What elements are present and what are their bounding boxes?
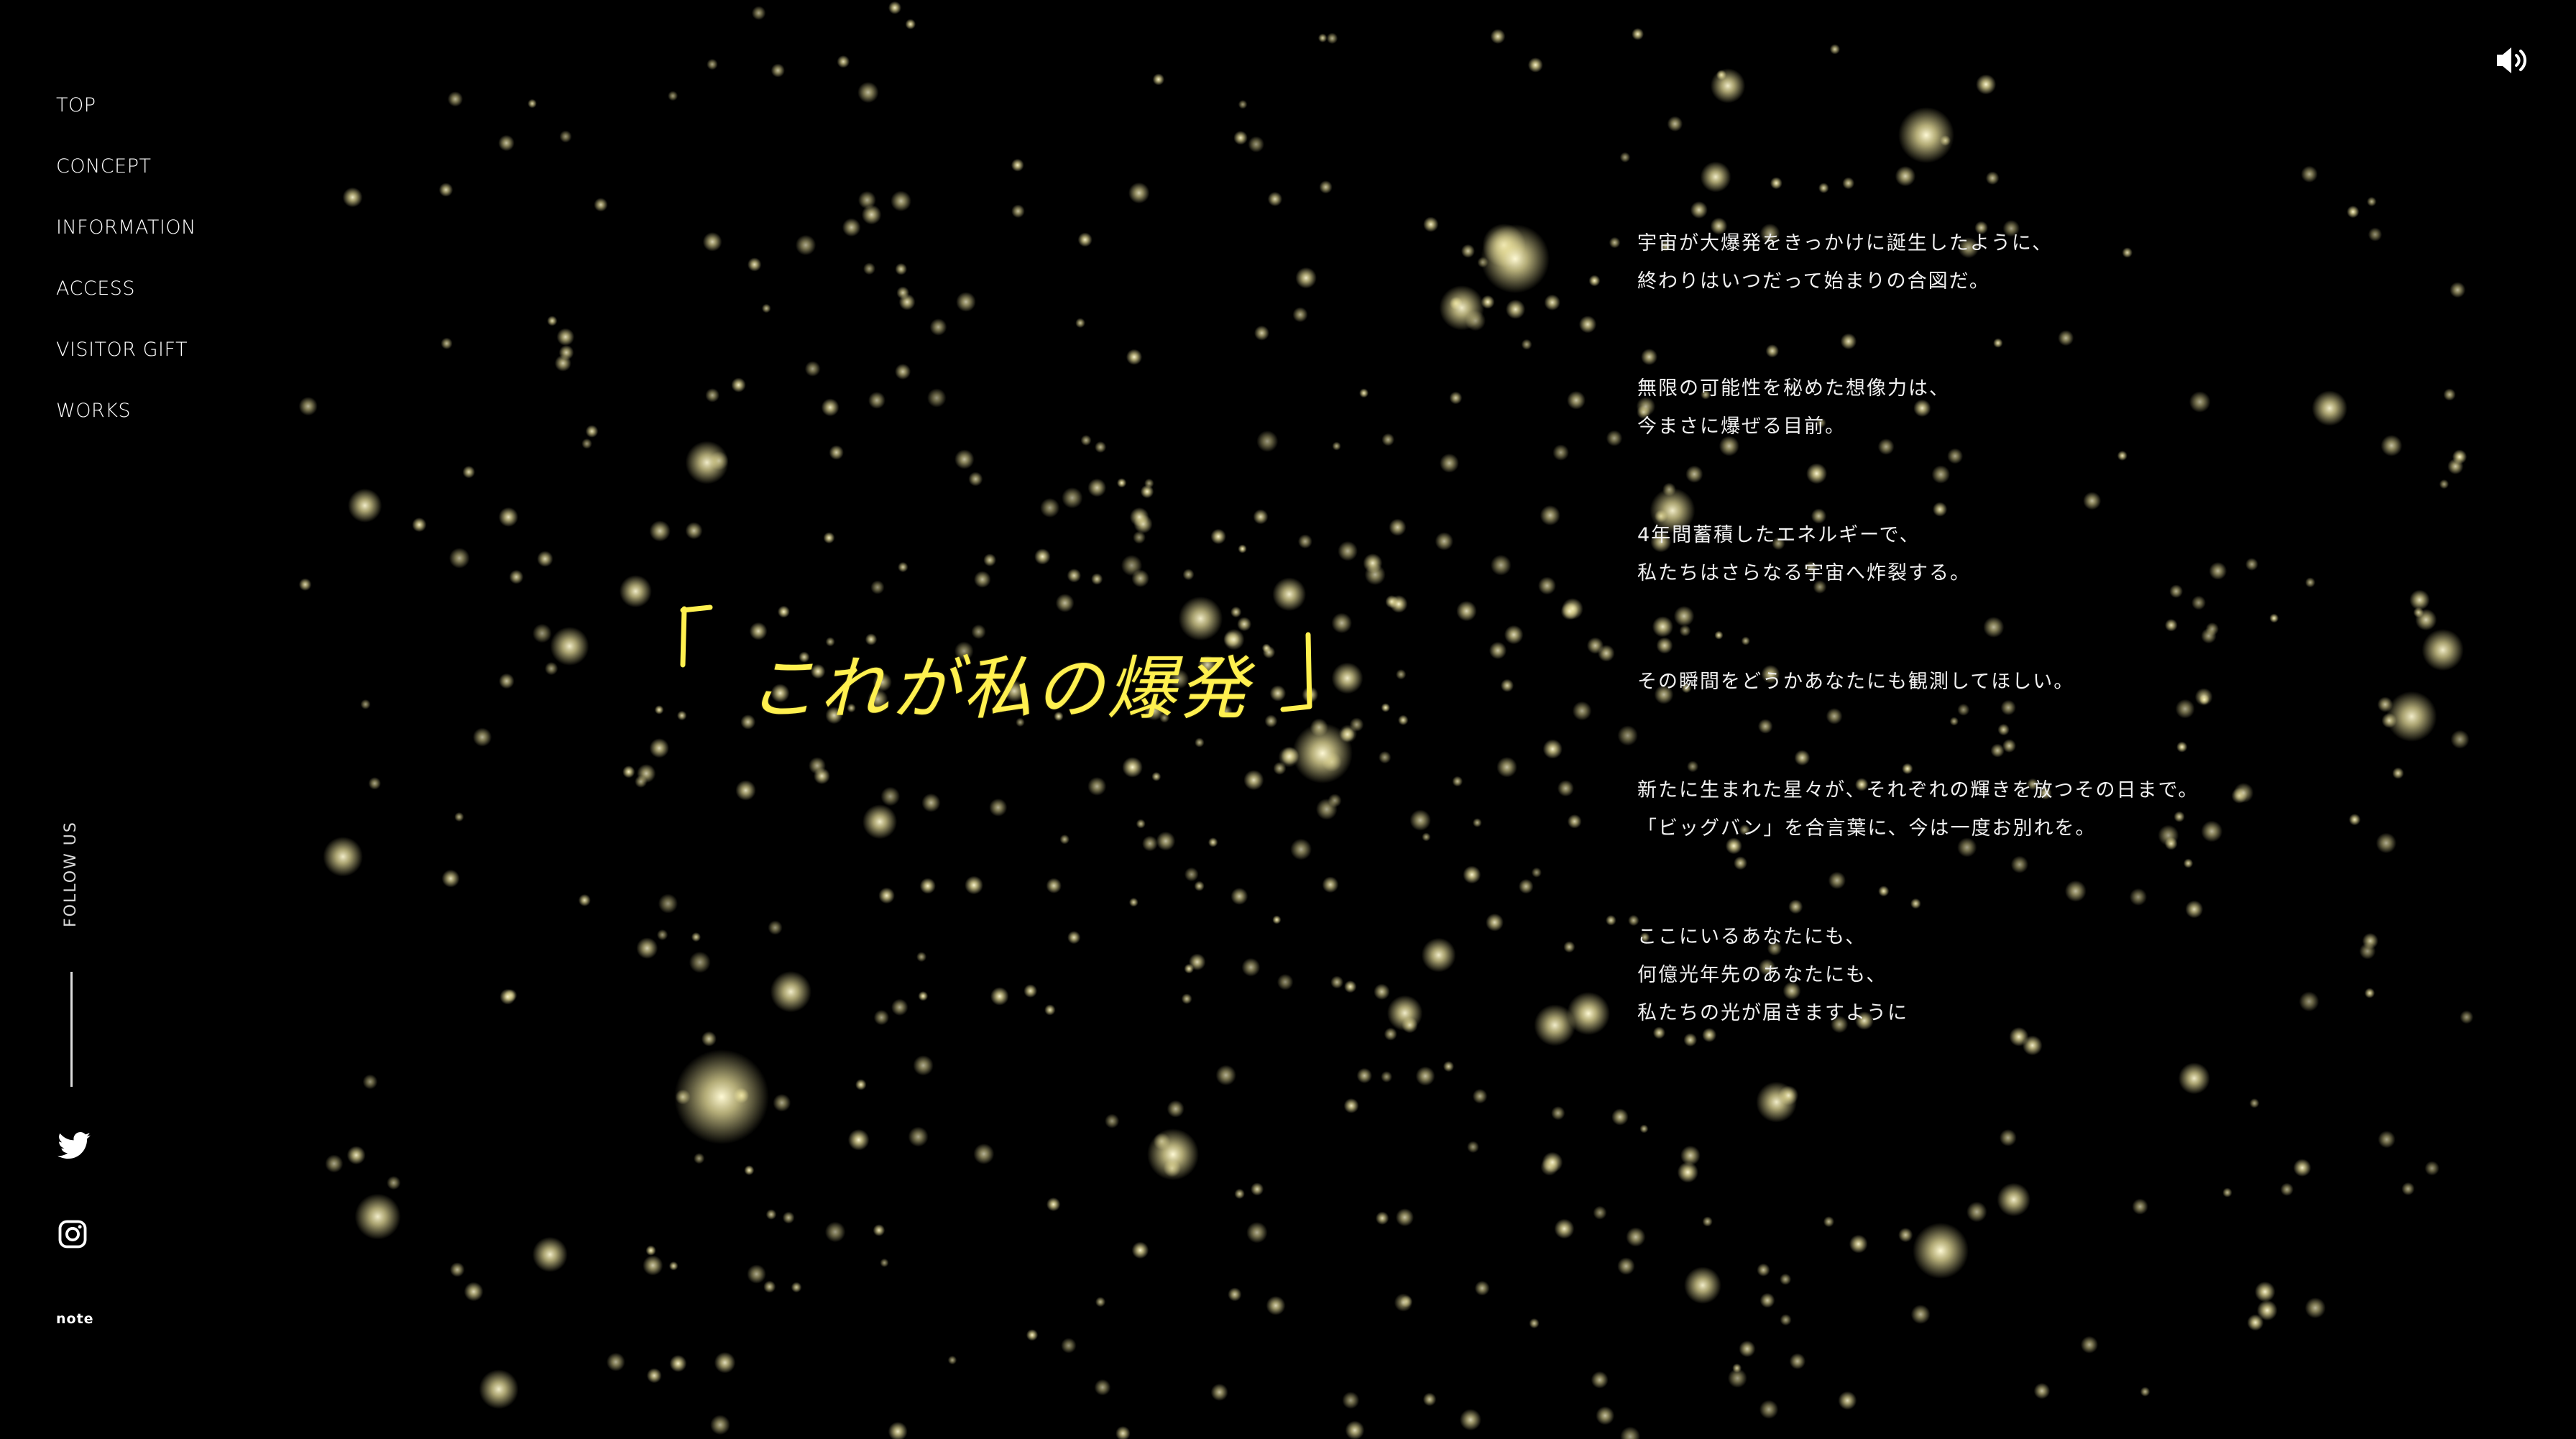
nav-item-information[interactable]: INFORMATION (56, 210, 196, 271)
poem-line: 無限の可能性を秘めた想像力は、 (1637, 377, 1950, 400)
poem-line: 4年間蓄積したエネルギーで、 (1637, 524, 1920, 546)
poem-stanza: ここにいるあなたにも、 何億光年先のあなたにも、 私たちの光が届きますように (1637, 918, 2284, 1032)
poem-line: 今まさに爆ぜる目前。 (1637, 415, 1846, 438)
follow-divider-line (70, 972, 73, 1087)
poem-line: その瞬間をどうかあなたにも観測してほしい。 (1637, 671, 2075, 693)
follow-us-label: FOLLOW US (62, 821, 80, 927)
poem-stanza: 宇宙が大爆発をきっかけに誕生したように、 終わりはいつだって始まりの合図だ。 (1637, 224, 2284, 300)
poem-stanza: その瞬間をどうかあなたにも観測してほしい。 (1637, 663, 2284, 701)
speaker-icon (2497, 47, 2527, 73)
poem-line: 「ビッグバン」を合言葉に、今は一度お別れを。 (1637, 817, 2097, 840)
nav-item-concept[interactable]: CONCEPT (56, 149, 196, 210)
nav-item-access[interactable]: ACCESS (56, 271, 196, 332)
poem-stanza: 4年間蓄積したエネルギーで、 私たちはさらなる宇宙へ炸裂する。 (1637, 516, 2284, 592)
poem: 宇宙が大爆発をきっかけに誕生したように、 終わりはいつだって始まりの合図だ。 無… (1637, 224, 2284, 1103)
poem-line: 終わりはいつだって始まりの合図だ。 (1637, 270, 1990, 293)
sound-toggle-button[interactable] (2494, 45, 2530, 76)
nav-item-works[interactable]: WORKS (56, 393, 196, 454)
instagram-icon[interactable] (58, 1219, 88, 1249)
page-stage: TOP CONCEPT INFORMATION ACCESS VISITOR G… (0, 0, 2576, 1439)
poem-line: 宇宙が大爆発をきっかけに誕生したように、 (1637, 232, 2053, 254)
note-logo-link[interactable]: note (56, 1311, 94, 1327)
nav-item-visitor-gift[interactable]: VISITOR GIFT (56, 332, 196, 393)
poem-line: ここにいるあなたにも、 (1637, 926, 1867, 948)
headline-text: これが私の爆発 (748, 648, 1251, 729)
poem-line: 私たちはさらなる宇宙へ炸裂する。 (1637, 562, 1971, 584)
poem-line: 新たに生まれた星々が、それぞれの輝きを放つその日まで。 (1637, 779, 2199, 801)
nav-item-top[interactable]: TOP (56, 88, 196, 149)
nav-list: TOP CONCEPT INFORMATION ACCESS VISITOR G… (56, 88, 196, 454)
twitter-icon[interactable] (58, 1132, 91, 1159)
poem-stanza: 新たに生まれた星々が、それぞれの輝きを放つその日まで。 「ビッグバン」を合言葉に… (1637, 771, 2284, 847)
poem-stanza: 無限の可能性を秘めた想像力は、 今まさに爆ぜる目前。 (1637, 369, 2284, 446)
poem-line: 私たちの光が届きますように (1637, 1002, 1908, 1024)
poem-line: 何億光年先のあなたにも、 (1637, 964, 1887, 986)
